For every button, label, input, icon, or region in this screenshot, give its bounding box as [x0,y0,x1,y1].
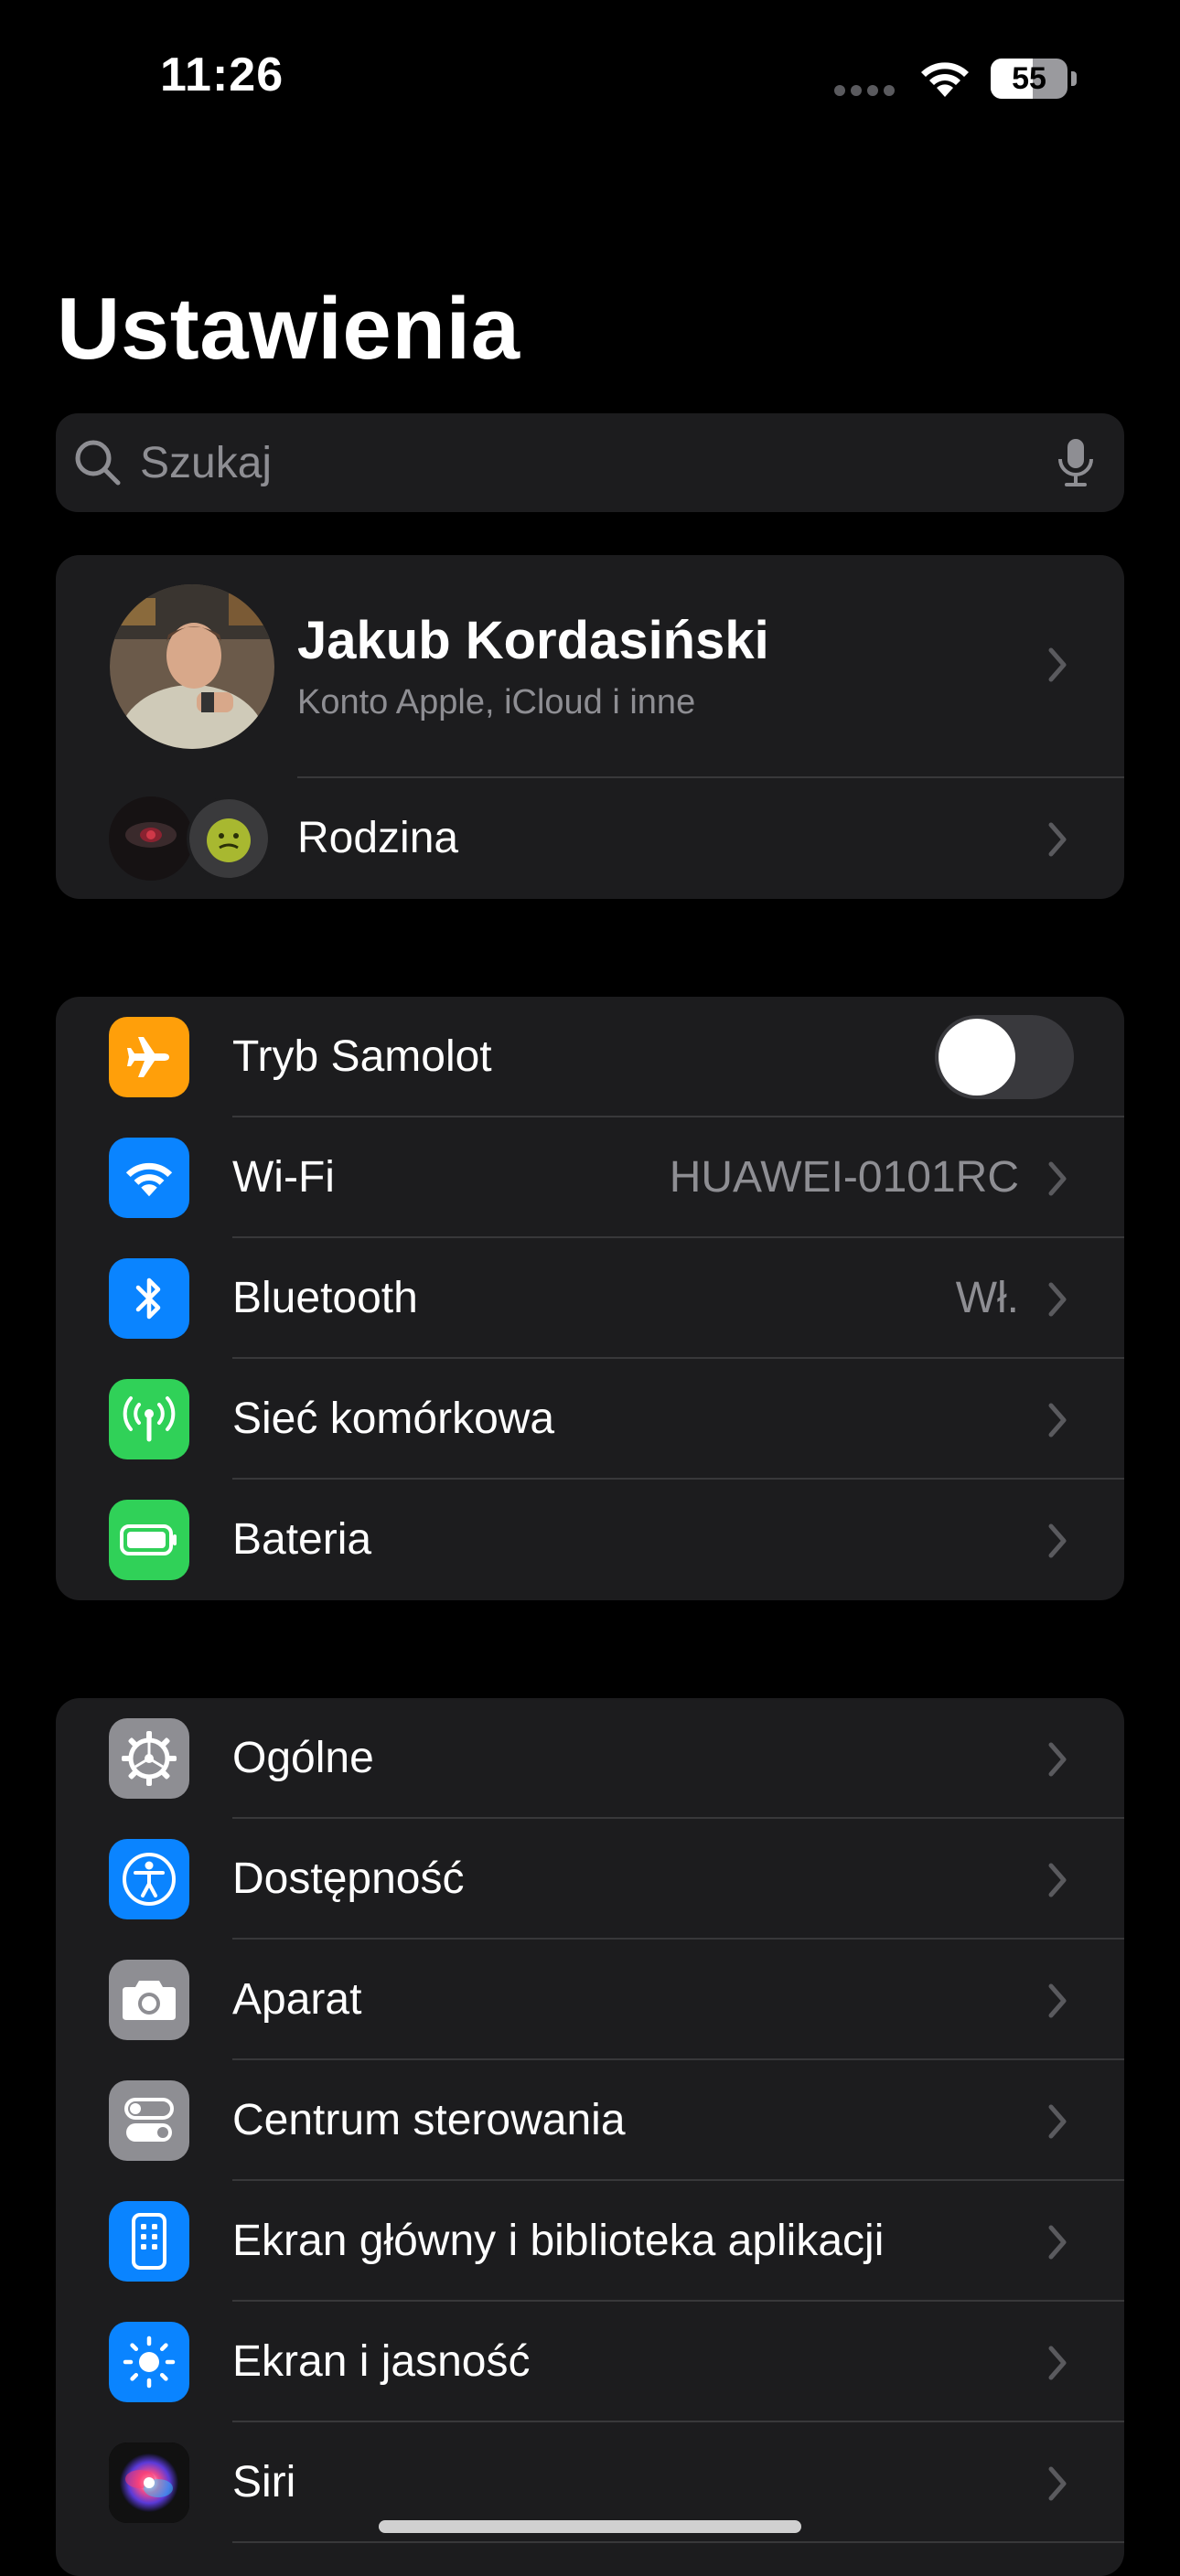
control-center-icon [109,2080,189,2161]
siri-label: Siri [232,2458,296,2507]
family-member-avatar [109,796,193,881]
airplane-icon [109,1017,189,1097]
avatar [110,584,274,749]
search-icon [72,437,123,493]
wifi-row[interactable]: Wi-Fi HUAWEI-0101RC [56,1117,1124,1238]
chevron-right-icon [1047,2224,1067,2265]
accessibility-icon [109,1839,189,1919]
chevron-right-icon [1047,1281,1067,1322]
accessibility-label: Dostępność [232,1855,465,1903]
general-group: Ogólne Dostępność Aparat Centrum sterowa… [56,1698,1124,2576]
control-center-row[interactable]: Centrum sterowania [56,2060,1124,2181]
camera-label: Aparat [232,1975,362,2024]
display-brightness-row[interactable]: Ekran i jasność [56,2302,1124,2422]
siri-icon [109,2442,189,2523]
control-center-label: Centrum sterowania [232,2096,626,2144]
family-member-avatar [187,796,271,881]
cellular-label: Sieć komórkowa [232,1395,555,1443]
display-brightness-label: Ekran i jasność [232,2337,531,2386]
gear-icon [109,1718,189,1799]
bluetooth-label: Bluetooth [232,1274,418,1322]
battery-tip [1071,71,1077,86]
battery-status: 55 [991,59,1067,99]
airplane-mode-row: Tryb Samolot [56,997,1124,1117]
battery-icon [109,1500,189,1580]
status-bar: 11:26 55 [0,0,1180,155]
profile-group: Jakub Kordasiński Konto Apple, iCloud i … [56,555,1124,899]
cellular-signal-icon [834,85,895,96]
general-label: Ogólne [232,1734,374,1782]
search-bar[interactable] [56,413,1124,512]
home-screen-icon [109,2201,189,2282]
chevron-right-icon [1047,2103,1067,2144]
wifi-icon [109,1138,189,1218]
wifi-network-value: HUAWEI-0101RC [669,1153,1019,1202]
chevron-right-icon [1047,2465,1067,2507]
status-time: 11:26 [160,48,284,102]
chevron-right-icon [1047,821,1067,862]
bluetooth-status-value: Wł. [955,1274,1019,1322]
brightness-icon [109,2322,189,2402]
divider [232,2541,1124,2543]
home-screen-row[interactable]: Ekran główny i biblioteka aplikacji [56,2181,1124,2302]
chevron-right-icon [1047,1523,1067,1564]
bluetooth-row[interactable]: Bluetooth Wł. [56,1238,1124,1359]
apple-account-row[interactable]: Jakub Kordasiński Konto Apple, iCloud i … [56,555,1124,778]
chevron-right-icon [1047,1741,1067,1782]
accessibility-row[interactable]: Dostępność [56,1819,1124,1940]
family-label: Rodzina [297,814,459,862]
toggle-knob [939,1019,1015,1096]
battery-percent: 55 [1012,61,1046,96]
camera-icon [109,1960,189,2040]
profile-name: Jakub Kordasiński [297,611,769,670]
wifi-label: Wi-Fi [232,1153,335,1202]
profile-subtitle: Konto Apple, iCloud i inne [297,683,696,721]
bluetooth-icon [109,1258,189,1339]
search-input[interactable] [140,413,1055,512]
cellular-icon [109,1379,189,1459]
chevron-right-icon [1047,1983,1067,2024]
chevron-right-icon [1047,2345,1067,2386]
microphone-icon[interactable] [1055,437,1097,493]
home-indicator[interactable] [379,2520,801,2533]
wifi-status-icon [917,57,972,103]
chevron-right-icon [1047,1862,1067,1903]
page-title: Ustawienia [57,280,520,378]
home-screen-label: Ekran główny i biblioteka aplikacji [232,2217,885,2265]
general-row[interactable]: Ogólne [56,1698,1124,1819]
connectivity-group: Tryb Samolot Wi-Fi HUAWEI-0101RC Bluetoo… [56,997,1124,1600]
airplane-mode-label: Tryb Samolot [232,1032,492,1081]
chevron-right-icon [1047,647,1067,688]
cellular-row[interactable]: Sieć komórkowa [56,1359,1124,1480]
chevron-right-icon [1047,1402,1067,1443]
battery-label: Bateria [232,1515,372,1564]
battery-row[interactable]: Bateria [56,1480,1124,1600]
airplane-mode-toggle[interactable] [935,1015,1074,1099]
camera-row[interactable]: Aparat [56,1940,1124,2060]
chevron-right-icon [1047,1160,1067,1202]
family-row[interactable]: Rodzina [56,778,1124,899]
